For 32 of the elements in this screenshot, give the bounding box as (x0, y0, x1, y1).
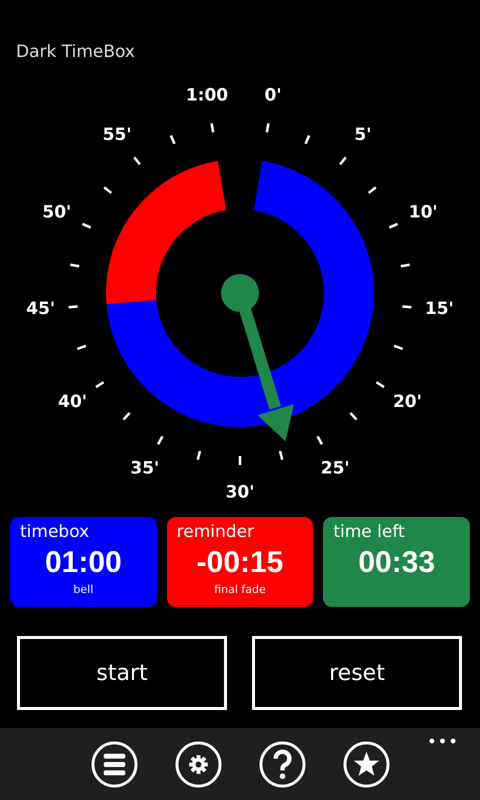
dial-label: 15' (424, 299, 454, 320)
dial-label: 50' (42, 202, 72, 222)
time-card[interactable]: timebox 01:00 bell (10, 517, 157, 607)
card-value: -00:15 (196, 545, 284, 581)
dial-label: 1:00 (186, 85, 228, 106)
reset-button[interactable]: reset (252, 636, 462, 710)
dial-label: 10' (408, 202, 438, 222)
dial-label: 55' (102, 124, 132, 145)
time-card[interactable]: reminder -00:15 final fade (166, 517, 314, 607)
dial-label: 45' (26, 299, 56, 320)
card-caption: final fade (214, 583, 266, 597)
help-icon[interactable] (258, 741, 306, 788)
app-title: Dark TimeBox (16, 41, 136, 64)
menu-icon[interactable] (90, 741, 138, 788)
card-caption: bell (73, 583, 94, 597)
dial-label: 25' (320, 458, 350, 479)
card-title: reminder (176, 521, 254, 543)
dial-label: 30' (226, 482, 254, 503)
dial-label: 0' (264, 85, 282, 106)
settings-icon[interactable] (174, 741, 222, 788)
card-title: time left (333, 521, 405, 543)
card-title: timebox (20, 521, 90, 543)
dial-label: 35' (130, 458, 160, 479)
dial-hand[interactable] (221, 274, 294, 442)
time-card[interactable]: time left 00:33 (323, 517, 470, 607)
dial-label: 20' (392, 392, 422, 412)
card-value: 00:33 (358, 545, 436, 581)
card-value: 01:00 (44, 545, 122, 581)
dial-label: 40' (58, 392, 88, 412)
start-button[interactable]: start (17, 636, 227, 710)
dial-label: 5' (354, 124, 372, 145)
more-icon[interactable] (429, 738, 456, 744)
